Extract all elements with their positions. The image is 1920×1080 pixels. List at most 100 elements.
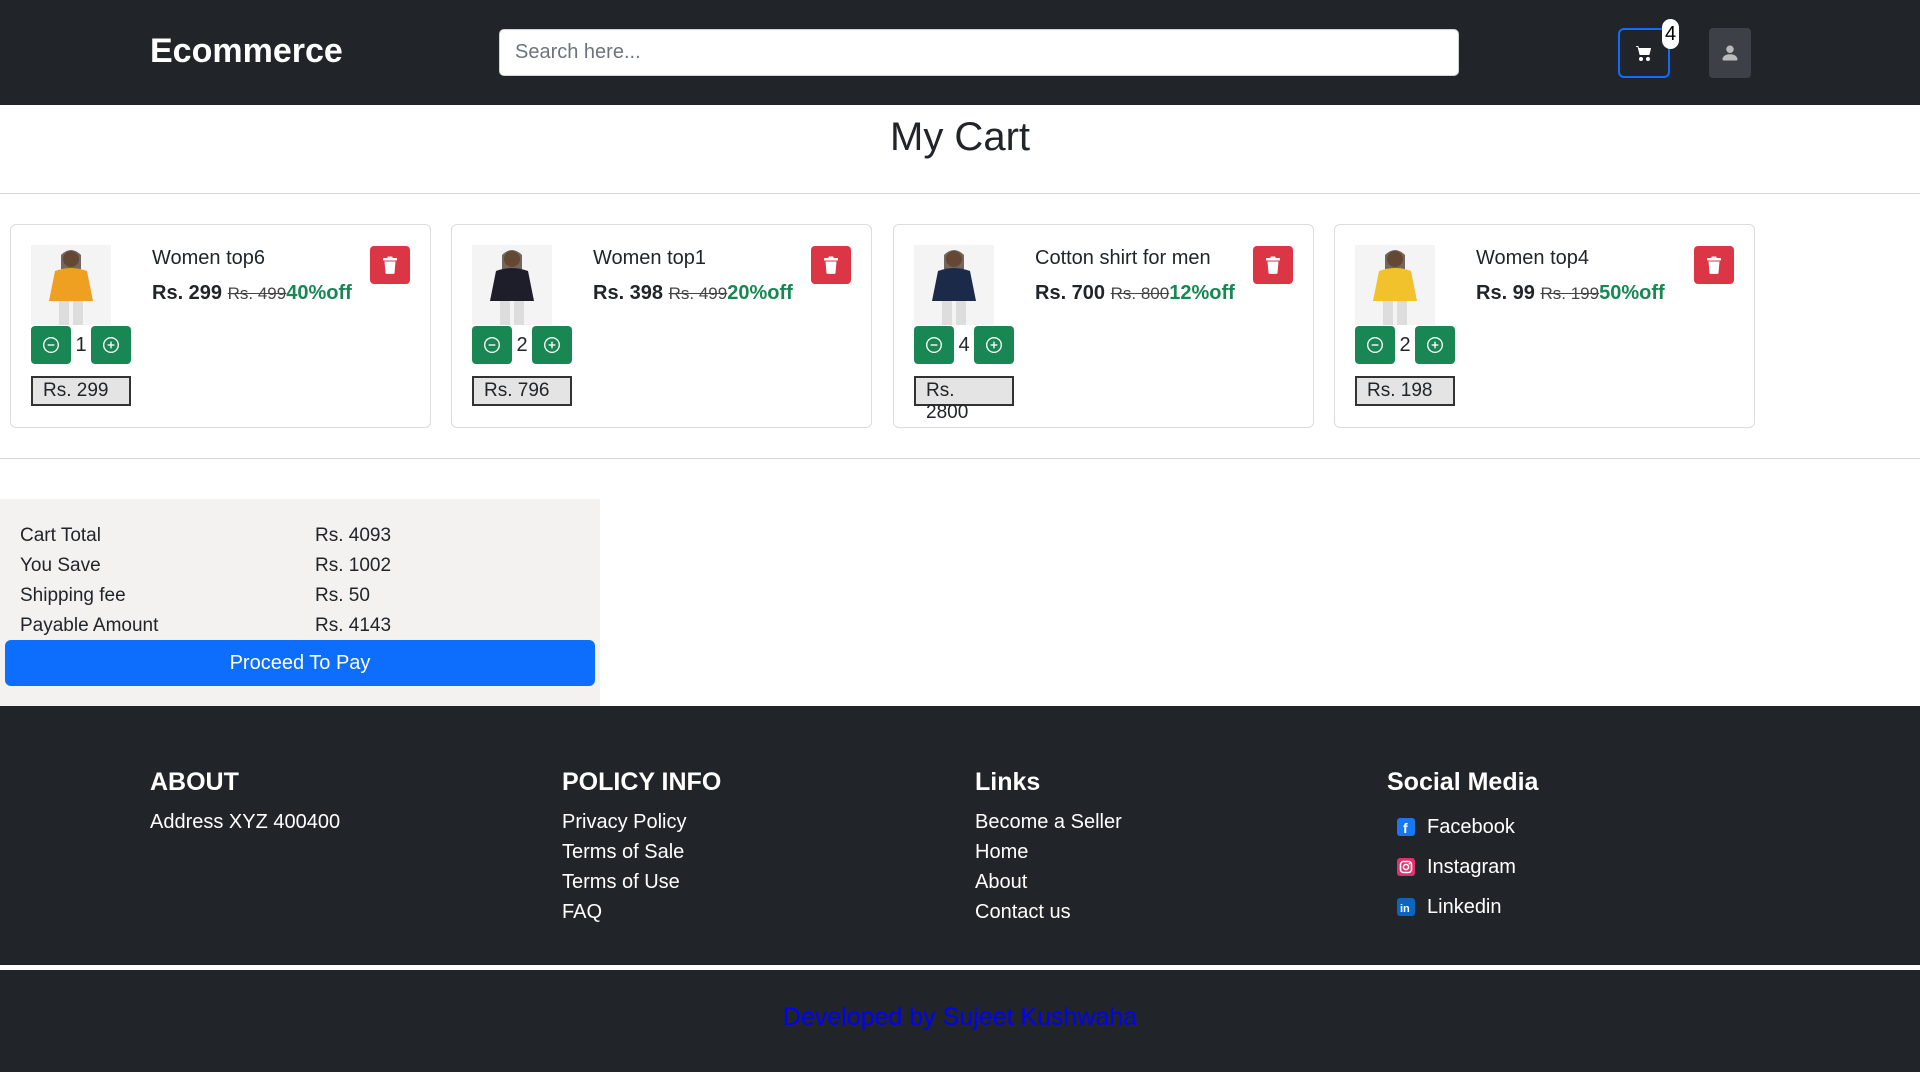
facebook-label: Facebook — [1427, 816, 1515, 838]
product-image[interactable] — [1355, 245, 1435, 325]
cart-total-value: Rs. 4093 — [315, 525, 392, 546]
item-line-total: Rs. 198 — [1355, 376, 1455, 406]
product-name[interactable]: Women top4 — [1476, 247, 1589, 270]
product-image[interactable] — [914, 245, 994, 325]
divider — [0, 458, 1920, 459]
svg-text:f: f — [1403, 820, 1408, 834]
footer-links: Links Become a Seller Home About Contact… — [975, 768, 1122, 927]
page-title: My Cart — [890, 115, 1030, 159]
facebook-link[interactable]: f Facebook — [1387, 807, 1538, 847]
terms-of-sale-link[interactable]: Terms of Sale — [562, 837, 721, 867]
product-price-line: Rs. 299 Rs. 49940%off — [152, 282, 352, 305]
instagram-label: Instagram — [1427, 856, 1516, 878]
product-image[interactable] — [31, 245, 111, 325]
you-save-label: You Save — [20, 555, 101, 576]
instagram-link[interactable]: Instagram — [1387, 847, 1538, 887]
remove-item-button[interactable] — [1694, 246, 1734, 284]
privacy-policy-link[interactable]: Privacy Policy — [562, 807, 721, 837]
plus-circle-icon — [102, 336, 120, 354]
navbar: Ecommerce 4 — [0, 0, 1920, 105]
product-name[interactable]: Women top6 — [152, 247, 265, 270]
product-name[interactable]: Women top1 — [593, 247, 706, 270]
product-price-line: Rs. 398 Rs. 49920%off — [593, 282, 793, 305]
become-seller-link[interactable]: Become a Seller — [975, 807, 1122, 837]
linkedin-icon: in — [1397, 898, 1415, 916]
proceed-to-pay-button[interactable]: Proceed To Pay — [5, 640, 595, 686]
developer-credit: Developed by Sujeet Kushwaha — [782, 1003, 1138, 1031]
instagram-icon — [1397, 858, 1415, 876]
quantity-stepper: 4 — [914, 326, 1014, 364]
payable-amount-label: Payable Amount — [20, 615, 159, 636]
footer-social: Social Media f Facebook Instagram in Lin… — [1387, 768, 1538, 927]
quantity-value: 2 — [1399, 333, 1411, 356]
brand-logo[interactable]: Ecommerce — [150, 32, 343, 71]
product-discount: 40%off — [286, 282, 352, 304]
item-line-total: Rs. 299 — [31, 376, 131, 406]
product-image[interactable] — [472, 245, 552, 325]
product-name[interactable]: Cotton shirt for men — [1035, 247, 1211, 270]
product-original-price: Rs. 499 — [227, 284, 287, 303]
trash-icon — [1265, 256, 1281, 274]
decrease-quantity-button[interactable] — [914, 326, 954, 364]
home-link[interactable]: Home — [975, 837, 1122, 867]
cart-count-badge: 4 — [1662, 19, 1679, 49]
product-price-line: Rs. 99 Rs. 19950%off — [1476, 282, 1665, 305]
increase-quantity-button[interactable] — [532, 326, 572, 364]
product-original-price: Rs. 499 — [668, 284, 728, 303]
footer: ABOUT Address XYZ 400400 POLICY INFO Pri… — [0, 706, 1920, 968]
cart-total-label: Cart Total — [20, 525, 101, 546]
facebook-icon: f — [1397, 818, 1415, 836]
plus-circle-icon — [543, 336, 561, 354]
increase-quantity-button[interactable] — [974, 326, 1014, 364]
divider — [0, 193, 1920, 194]
product-discount: 50%off — [1599, 282, 1665, 304]
about-link[interactable]: About — [975, 867, 1122, 897]
plus-circle-icon — [1426, 336, 1444, 354]
remove-item-button[interactable] — [1253, 246, 1293, 284]
minus-circle-icon — [42, 336, 60, 354]
footer-social-heading: Social Media — [1387, 768, 1539, 796]
cart-item-card: Women top4 Rs. 99 Rs. 19950%off 2 Rs. 198 — [1334, 224, 1755, 428]
you-save-value: Rs. 1002 — [315, 555, 392, 576]
cart-item-card: Cotton shirt for men Rs. 700 Rs. 80012%of… — [893, 224, 1314, 428]
product-original-price: Rs. 199 — [1540, 284, 1600, 303]
trash-icon — [823, 256, 839, 274]
quantity-value: 2 — [516, 333, 528, 356]
increase-quantity-button[interactable] — [91, 326, 131, 364]
footer-policy: POLICY INFO Privacy Policy Terms of Sale… — [562, 768, 721, 927]
footer-address: Address XYZ 400400 — [150, 811, 341, 833]
search-input[interactable] — [499, 29, 1459, 76]
linkedin-label: Linkedin — [1427, 896, 1502, 918]
contact-us-link[interactable]: Contact us — [975, 897, 1122, 927]
item-line-total: Rs. 2800 — [914, 376, 1014, 423]
product-original-price: Rs. 800 — [1110, 284, 1170, 303]
remove-item-button[interactable] — [811, 246, 851, 284]
faq-link[interactable]: FAQ — [562, 897, 721, 927]
decrease-quantity-button[interactable] — [31, 326, 71, 364]
cart-icon — [1636, 46, 1651, 61]
payable-amount-value: Rs. 4143 — [315, 615, 392, 636]
product-discount: 12%off — [1169, 282, 1235, 304]
product-price: Rs. 99 — [1476, 282, 1535, 304]
linkedin-link[interactable]: in Linkedin — [1387, 887, 1538, 927]
increase-quantity-button[interactable] — [1415, 326, 1455, 364]
user-account-button[interactable] — [1709, 28, 1751, 78]
cart-item-card: Women top6 Rs. 299 Rs. 49940%off 1 Rs. 299 — [10, 224, 431, 428]
quantity-stepper: 2 — [472, 326, 572, 364]
footer-about-heading: ABOUT — [150, 768, 239, 796]
product-price: Rs. 700 — [1035, 282, 1106, 304]
plus-circle-icon — [985, 336, 1003, 354]
decrease-quantity-button[interactable] — [1355, 326, 1395, 364]
product-price: Rs. 398 — [593, 282, 664, 304]
footer-about: ABOUT Address XYZ 400400 — [150, 768, 340, 837]
decrease-quantity-button[interactable] — [472, 326, 512, 364]
minus-circle-icon — [483, 336, 501, 354]
trash-icon — [382, 256, 398, 274]
remove-item-button[interactable] — [370, 246, 410, 284]
svg-text:in: in — [1400, 903, 1410, 914]
product-price: Rs. 299 — [152, 282, 223, 304]
quantity-stepper: 1 — [31, 326, 131, 364]
terms-of-use-link[interactable]: Terms of Use — [562, 867, 721, 897]
product-discount: 20%off — [727, 282, 793, 304]
footer-links-heading: Links — [975, 768, 1041, 796]
